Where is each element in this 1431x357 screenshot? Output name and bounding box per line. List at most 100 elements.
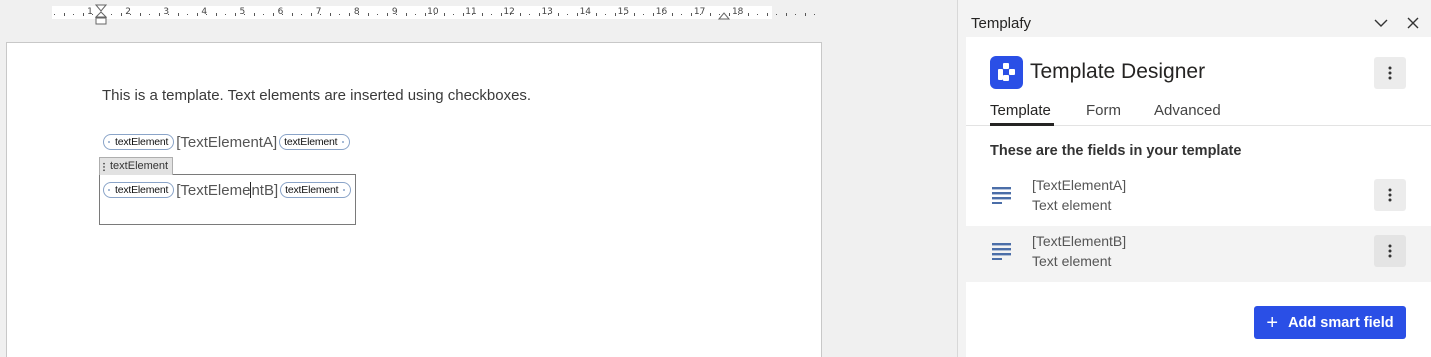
ruler-number: 2 xyxy=(125,7,131,17)
ruler-tick xyxy=(491,13,492,15)
content-control-text[interactable]: [TextElementB] xyxy=(174,181,280,199)
ruler-number: 3 xyxy=(163,7,170,17)
text-lines-icon xyxy=(992,243,1011,260)
ruler-tick xyxy=(662,13,663,15)
text-lines-icon xyxy=(992,187,1011,204)
field-type: Text element xyxy=(1032,197,1112,213)
ruler-tick xyxy=(586,13,587,15)
field-row-text-element-a[interactable]: [TextElementA] Text element xyxy=(966,170,1431,226)
ruler-tick xyxy=(149,13,150,15)
ruler-tick xyxy=(766,12,768,16)
ruler-number: 10 xyxy=(427,7,439,17)
content-control-a[interactable]: textElement [TextElementA] textElement xyxy=(103,133,351,151)
content-control-end-tag[interactable]: textElement xyxy=(280,182,352,198)
active-tab-indicator xyxy=(990,123,1054,126)
ruler-tick xyxy=(301,13,302,15)
ruler-tick xyxy=(54,13,55,15)
ruler-tick xyxy=(73,13,74,15)
ruler-tick xyxy=(605,13,606,15)
ruler-number: 1 xyxy=(87,7,93,17)
content-control-text[interactable]: [TextElementA] xyxy=(174,134,279,151)
ruler-tick xyxy=(538,12,540,16)
plus-icon: + xyxy=(1266,311,1279,334)
ruler-number: 14 xyxy=(579,7,592,17)
document-page[interactable]: This is a template. Text elements are in… xyxy=(6,42,822,357)
close-icon[interactable] xyxy=(1405,15,1421,31)
intro-paragraph[interactable]: This is a template. Text elements are in… xyxy=(102,87,531,104)
ruler-tick xyxy=(757,13,758,15)
word-document-area: 1 2 3 4 5 6 7 8 9 10 11 12 13 14 15 16 17 18 This is a te… xyxy=(0,0,957,357)
chevron-down-icon[interactable] xyxy=(1372,14,1390,32)
fields-heading: These are the fields in your template xyxy=(990,143,1242,159)
ruler-tick xyxy=(206,13,207,15)
content-control-end-tag[interactable]: textElement xyxy=(279,134,351,150)
content-control-start-tag[interactable]: textElement xyxy=(103,182,175,198)
ruler-tick xyxy=(529,13,530,15)
ruler-tick xyxy=(434,13,435,15)
ruler-tick xyxy=(709,12,711,16)
ruler-tick xyxy=(339,13,340,15)
ruler-tick xyxy=(120,12,122,16)
field-options-button[interactable] xyxy=(1374,235,1406,267)
ruler-tick xyxy=(567,13,568,15)
ruler-tick xyxy=(282,13,283,15)
tab-template[interactable]: Template xyxy=(990,102,1051,119)
ruler-tick xyxy=(367,12,369,16)
ruler-tick xyxy=(415,13,416,15)
ruler-number: 9 xyxy=(391,7,398,17)
ruler-tick xyxy=(386,12,388,16)
tab-advanced[interactable]: Advanced xyxy=(1154,102,1221,119)
ruler-number: 13 xyxy=(541,7,553,17)
ruler-tick xyxy=(548,13,549,15)
ruler-tick xyxy=(263,13,264,15)
field-options-button[interactable] xyxy=(1374,179,1406,211)
ruler-number: 6 xyxy=(277,7,284,17)
ruler-tick xyxy=(519,12,521,16)
content-control-start-tag[interactable]: textElement xyxy=(103,134,175,150)
ruler-tick xyxy=(690,12,692,16)
pane-header: Templafy xyxy=(958,0,1431,37)
tab-form[interactable]: Form xyxy=(1086,102,1121,119)
field-row-text-element-b[interactable]: [TextElementB] Text element xyxy=(966,226,1431,282)
ruler-tick xyxy=(424,12,426,16)
templafy-logo-icon xyxy=(990,56,1023,89)
ruler-number: 15 xyxy=(617,7,630,17)
ruler-tick xyxy=(291,12,293,16)
field-name: [TextElementB] xyxy=(1032,233,1127,249)
ruler-number: 4 xyxy=(201,7,208,17)
more-options-button[interactable] xyxy=(1374,57,1406,89)
ruler-tick xyxy=(130,13,131,15)
ruler-tick xyxy=(177,12,179,16)
pane-title: Templafy xyxy=(971,15,1032,32)
ruler-tick xyxy=(244,13,245,15)
add-smart-field-button[interactable]: + Add smart field xyxy=(1254,306,1406,339)
ruler-number: 11 xyxy=(465,7,477,17)
ruler-tick xyxy=(196,12,198,16)
content-control-b[interactable]: textElement [TextElementB] textElement xyxy=(103,181,352,199)
ruler-number: 8 xyxy=(353,7,360,17)
ruler-tick xyxy=(795,13,796,15)
ruler-tick xyxy=(633,12,635,16)
ruler-tick xyxy=(614,12,616,16)
ruler-number: 7 xyxy=(315,7,322,17)
ruler-tick xyxy=(329,12,331,16)
field-name: [TextElementA] xyxy=(1032,177,1127,193)
horizontal-ruler[interactable]: 1 2 3 4 5 6 7 8 9 10 11 12 13 14 15 16 17 18 xyxy=(0,2,957,26)
ruler-tick xyxy=(785,12,787,16)
content-control-title-tab[interactable]: textElement xyxy=(99,157,174,175)
ruler-number: 5 xyxy=(239,7,246,17)
ruler-tick xyxy=(396,13,397,15)
templafy-task-pane: Templafy Template Designer Template Form… xyxy=(957,0,1431,357)
ruler-tick xyxy=(681,13,682,15)
ruler-tick xyxy=(576,12,578,16)
ruler-tick xyxy=(348,12,350,16)
ruler-number: 18 xyxy=(731,7,744,17)
ruler-tick xyxy=(624,13,625,15)
right-indent-marker-icon[interactable] xyxy=(718,11,730,20)
drag-grip-icon[interactable] xyxy=(103,162,105,172)
indent-marker-icon[interactable] xyxy=(95,4,107,26)
ruler-number: 12 xyxy=(503,7,515,17)
ruler-tick xyxy=(700,13,701,15)
ruler-tick xyxy=(92,13,93,15)
ruler-tick xyxy=(405,12,407,16)
